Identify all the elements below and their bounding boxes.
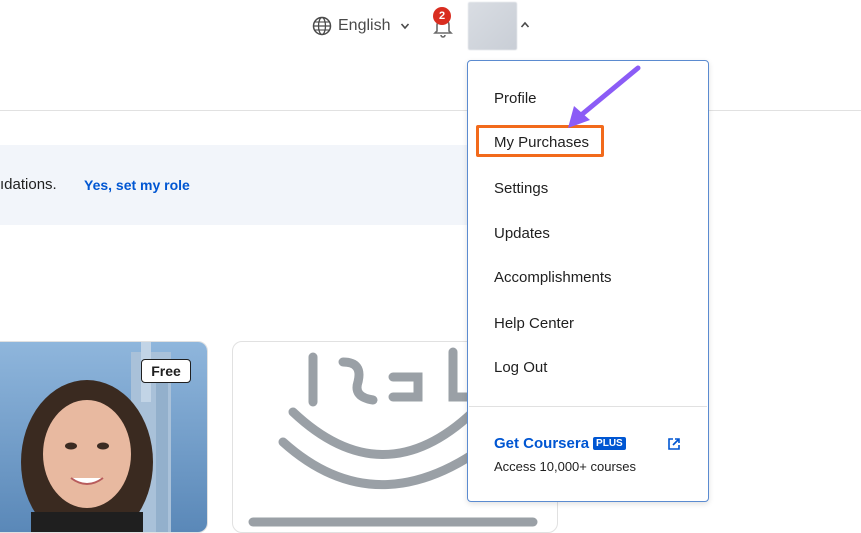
top-header: English 2 <box>0 0 861 111</box>
menu-item-help-center[interactable]: Help Center <box>494 315 574 332</box>
chevron-down-icon <box>401 23 410 30</box>
language-label: English <box>338 17 391 34</box>
notification-badge: 2 <box>433 7 451 25</box>
language-selector[interactable]: English <box>312 14 410 38</box>
menu-item-log-out[interactable]: Log Out <box>494 359 547 376</box>
menu-item-accomplishments[interactable]: Accomplishments <box>494 269 612 286</box>
external-link-icon[interactable] <box>667 437 681 451</box>
menu-item-profile[interactable]: Profile <box>494 90 537 107</box>
set-role-link[interactable]: Yes, set my role <box>84 177 190 193</box>
banner-text: ıdations. <box>0 176 57 193</box>
user-avatar[interactable] <box>468 2 517 50</box>
get-coursera-plus-link[interactable]: Get Coursera PLUS <box>494 435 626 452</box>
account-dropdown-menu: Profile My Purchases Settings Updates Ac… <box>467 60 709 502</box>
plus-title-label: Get Coursera <box>494 435 590 452</box>
role-banner <box>0 145 520 225</box>
globe-icon <box>312 16 332 36</box>
free-badge: Free <box>141 359 191 383</box>
plus-tag: PLUS <box>593 437 626 450</box>
menu-item-settings[interactable]: Settings <box>494 180 548 197</box>
menu-item-updates[interactable]: Updates <box>494 225 550 242</box>
chevron-up-icon[interactable] <box>520 20 530 30</box>
plus-subtitle: Access 10,000+ courses <box>494 459 636 474</box>
menu-item-my-purchases[interactable]: My Purchases <box>494 134 589 151</box>
menu-divider <box>469 406 707 407</box>
